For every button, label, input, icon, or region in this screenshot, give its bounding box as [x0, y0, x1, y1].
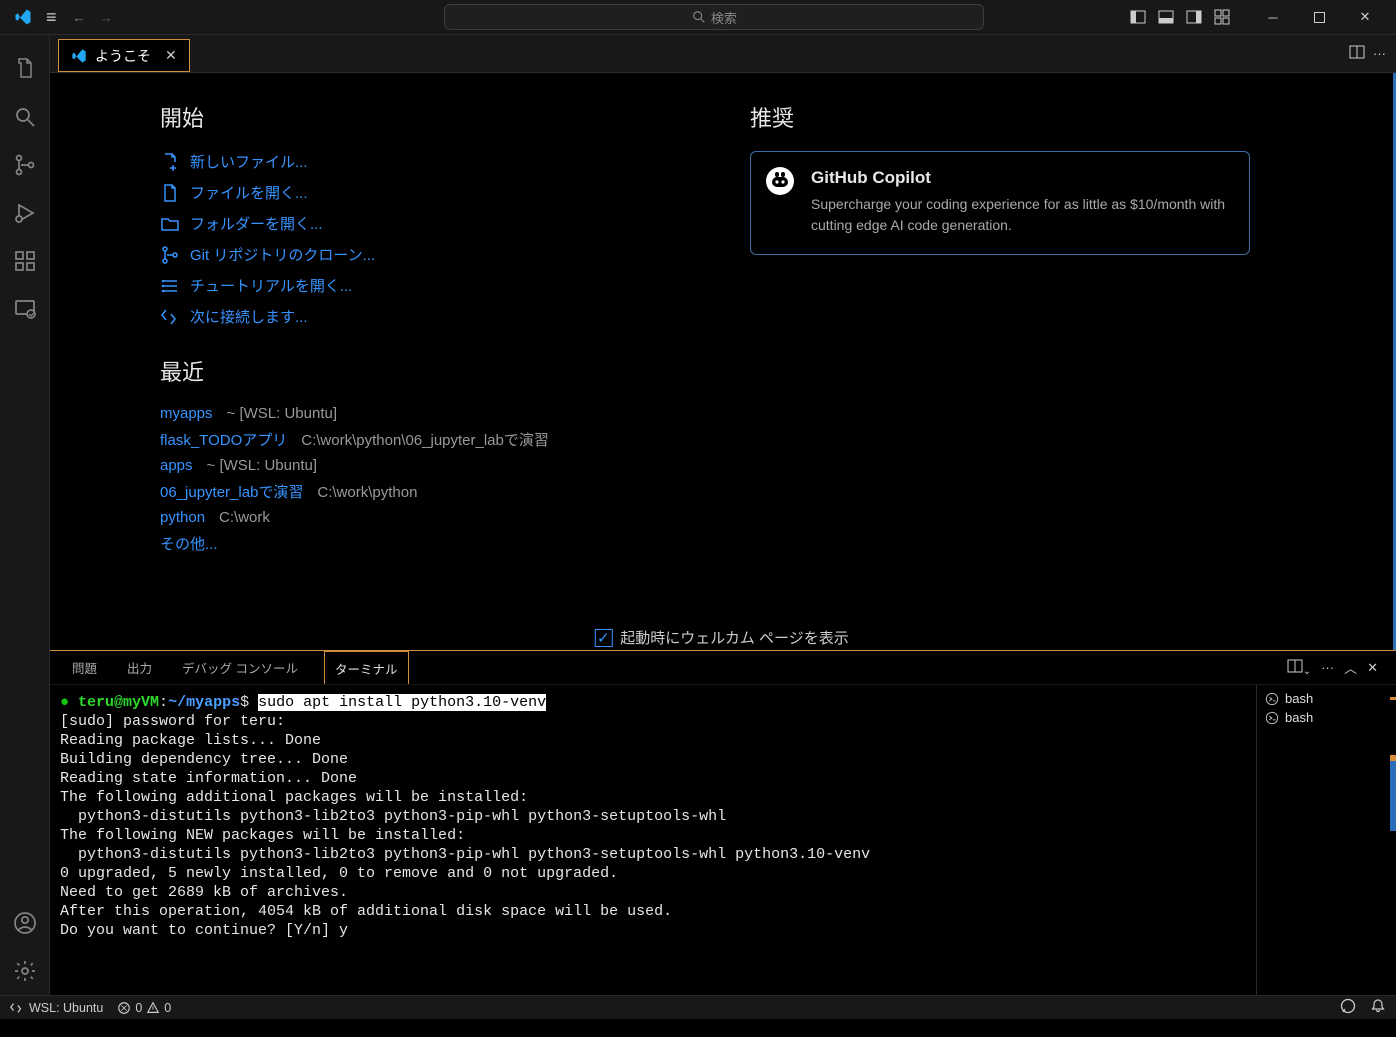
layout-panel-icon[interactable]	[1156, 7, 1176, 27]
panel-tab-2[interactable]: デバッグ コンソール	[178, 651, 302, 684]
remote-icon	[10, 1001, 24, 1015]
settings-gear-icon[interactable]	[1, 947, 49, 995]
window-close-button[interactable]: ✕	[1342, 0, 1388, 35]
tab-close-icon[interactable]: ✕	[165, 47, 177, 64]
search-activity-icon[interactable]	[1, 93, 49, 141]
recent-item: myapps ~ [WSL: Ubuntu]	[160, 405, 750, 422]
panel-tab-3[interactable]: ターミナル	[324, 651, 409, 684]
recent-path: C:\work	[219, 509, 270, 526]
accounts-icon[interactable]	[1, 899, 49, 947]
panel-maximize-icon[interactable]: ︿	[1344, 658, 1357, 677]
more-actions-icon[interactable]: ···	[1373, 46, 1386, 61]
copilot-card[interactable]: GitHub Copilot Supercharge your coding e…	[750, 151, 1250, 255]
terminal-list: bash bash	[1256, 685, 1396, 995]
recent-item: flask_TODOアプリ C:\work\python\06_jupyter_l…	[160, 429, 750, 450]
start-item-0[interactable]: 新しいファイル...	[160, 151, 750, 172]
status-bar: WSL: Ubuntu 0 0	[0, 995, 1396, 1019]
recommended-heading: 推奨	[750, 101, 1250, 133]
start-item-3[interactable]: Git リポジトリのクローン...	[160, 244, 750, 265]
activity-bar	[0, 35, 50, 995]
start-item-2[interactable]: フォルダーを開く...	[160, 213, 750, 234]
start-item-1[interactable]: ファイルを開く...	[160, 182, 750, 203]
run-debug-icon[interactable]	[1, 189, 49, 237]
remote-indicator[interactable]: WSL: Ubuntu	[10, 1001, 103, 1015]
customize-layout-icon[interactable]	[1212, 7, 1232, 27]
panel-tab-0[interactable]: 問題	[68, 651, 101, 684]
editor-tab-row: ようこそ ✕ ···	[50, 35, 1396, 73]
recent-path: C:\work\python	[317, 484, 417, 501]
nav-forward-icon[interactable]: →	[100, 10, 113, 25]
layout-sidebar-right-icon[interactable]	[1184, 7, 1204, 27]
menu-icon[interactable]: ≡	[46, 7, 57, 28]
terminal-shell-item[interactable]: bash	[1265, 691, 1388, 706]
extensions-icon[interactable]	[1, 237, 49, 285]
explorer-icon[interactable]	[1, 45, 49, 93]
terminal-split-icon[interactable]: ⌄	[1287, 658, 1311, 677]
recent-item: 06_jupyter_labで演習 C:\work\python	[160, 481, 750, 502]
recent-item: python C:\work	[160, 509, 750, 526]
recent-path: ~ [WSL: Ubuntu]	[207, 457, 317, 474]
recent-more-link[interactable]: その他...	[160, 536, 218, 553]
problems-indicator[interactable]: 0 0	[117, 1001, 171, 1015]
recent-link[interactable]: 06_jupyter_labで演習	[160, 484, 303, 501]
panel-tabs: 問題出力デバッグ コンソールターミナル ⌄ ··· ︿ ✕	[50, 651, 1396, 685]
vscode-tab-icon	[71, 48, 87, 64]
recent-link[interactable]: apps	[160, 457, 193, 474]
tab-welcome[interactable]: ようこそ ✕	[58, 39, 190, 72]
terminal-output[interactable]: ● teru@myVM:~/myapps$ sudo apt install p…	[50, 685, 1256, 995]
bottom-panel: 問題出力デバッグ コンソールターミナル ⌄ ··· ︿ ✕ ● teru@myV…	[50, 650, 1396, 995]
show-welcome-checkbox[interactable]: ✓ 起動時にウェルカム ページを表示	[594, 627, 848, 648]
start-item-4[interactable]: チュートリアルを開く...	[160, 275, 750, 296]
window-minimize-button[interactable]: ─	[1250, 0, 1296, 35]
start-item-5[interactable]: 次に接続します...	[160, 306, 750, 327]
start-heading: 開始	[160, 101, 750, 133]
recent-link[interactable]: python	[160, 509, 205, 526]
layout-sidebar-left-icon[interactable]	[1128, 7, 1148, 27]
source-control-icon[interactable]	[1, 141, 49, 189]
recent-link[interactable]: myapps	[160, 405, 213, 422]
window-maximize-button[interactable]	[1296, 0, 1342, 35]
notifications-icon[interactable]	[1370, 998, 1386, 1017]
panel-close-icon[interactable]: ✕	[1367, 660, 1378, 676]
recent-heading: 最近	[160, 355, 750, 387]
recent-item: apps ~ [WSL: Ubuntu]	[160, 457, 750, 474]
welcome-page: 開始 新しいファイル... ファイルを開く... フォルダーを開く... Git リポ…	[50, 73, 1396, 650]
startup-check-label: 起動時にウェルカム ページを表示	[620, 627, 848, 648]
vscode-logo-icon	[14, 8, 32, 26]
panel-tab-1[interactable]: 出力	[123, 651, 156, 684]
recent-link[interactable]: flask_TODOアプリ	[160, 432, 287, 449]
recent-path: C:\work\python\06_jupyter_labで演習	[301, 432, 549, 449]
copilot-title: GitHub Copilot	[811, 168, 1233, 188]
search-icon	[692, 10, 706, 24]
tab-title: ようこそ	[95, 46, 151, 66]
nav-back-icon[interactable]: ←	[73, 10, 86, 25]
recent-path: ~ [WSL: Ubuntu]	[227, 405, 337, 422]
search-input[interactable]: 検索	[444, 4, 984, 30]
title-bar: ≡ ← → 検索 ─ ✕	[0, 0, 1396, 35]
split-editor-icon[interactable]	[1349, 44, 1365, 63]
copilot-desc: Supercharge your coding experience for a…	[811, 194, 1233, 236]
feedback-icon[interactable]	[1340, 998, 1356, 1017]
copilot-icon	[765, 166, 795, 196]
panel-more-icon[interactable]: ···	[1321, 660, 1334, 675]
remote-explorer-icon[interactable]	[1, 285, 49, 333]
search-placeholder: 検索	[711, 8, 737, 27]
terminal-shell-item[interactable]: bash	[1265, 710, 1388, 725]
